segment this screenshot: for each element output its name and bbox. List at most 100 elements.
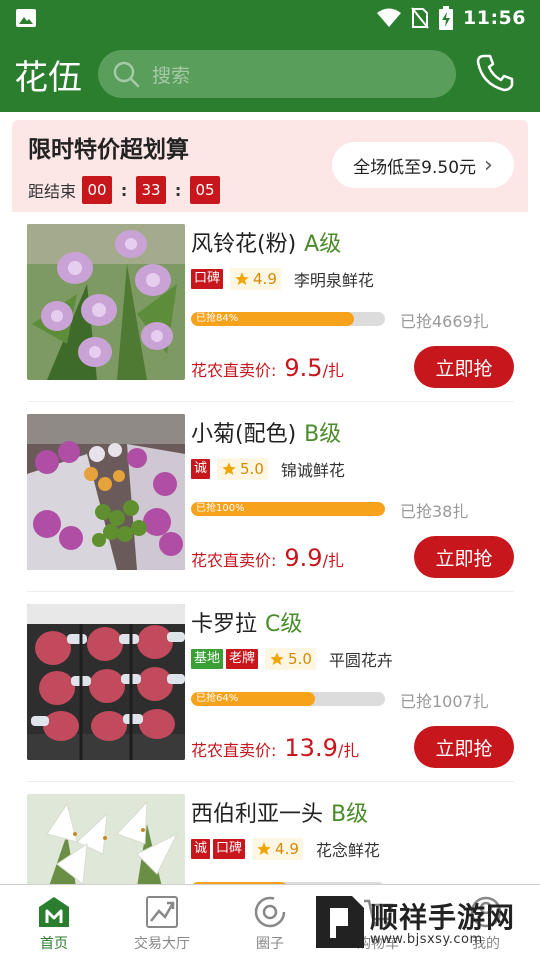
watermark-url: www.bjsxsy.com — [370, 932, 483, 947]
badge-veteran: 老牌 — [226, 649, 259, 669]
rating-badge: 4.9 — [230, 268, 281, 290]
star-icon — [222, 462, 236, 475]
image-notification-icon — [16, 9, 36, 27]
rating-value: 4.9 — [275, 840, 299, 858]
watermark-logo-icon — [316, 896, 364, 948]
sales-progress-text: 已抢100% — [196, 503, 245, 514]
product-card[interactable]: 风铃花(粉) A级 口碑 4.9 李明泉鲜花 已抢84% 已抢4669扎 花农直卖… — [12, 212, 528, 402]
price-value: 9.5 — [284, 354, 323, 382]
buy-now-button[interactable]: 立即抢 — [414, 536, 514, 578]
price-value: 9.9 — [284, 544, 323, 572]
nav-label: 圈子 — [256, 936, 284, 952]
nav-trading-hall[interactable]: 交易大厅 — [108, 885, 216, 960]
nav-label: 首页 — [40, 936, 68, 952]
price-unit: /扎 — [322, 361, 344, 380]
price-block: 花农直卖价: 9.9 /扎 — [191, 544, 344, 572]
rating-value: 4.9 — [253, 270, 277, 288]
product-tags: 诚 5.0 锦诚鲜花 — [191, 458, 345, 480]
countdown-minutes: 33 — [136, 176, 167, 204]
flash-sale-title: 限时特价超划算 — [28, 137, 189, 163]
view-all-deals-button[interactable]: 全场低至9.50元 › — [332, 142, 514, 188]
buy-now-button[interactable]: 立即抢 — [414, 726, 514, 768]
shop-name[interactable]: 锦诚鲜花 — [281, 457, 345, 481]
sold-count: 已抢38扎 — [400, 502, 469, 521]
product-grade: A级 — [304, 232, 342, 257]
star-icon — [235, 272, 249, 285]
countdown-separator: : — [120, 180, 128, 200]
product-photo-lily[interactable] — [27, 794, 185, 884]
countdown-seconds: 05 — [190, 176, 221, 204]
countdown-separator: : — [174, 180, 182, 200]
shop-name[interactable]: 花念鲜花 — [316, 837, 380, 861]
star-icon — [257, 842, 271, 855]
product-card[interactable]: 卡罗拉 C级 基地 老牌 5.0 平圆花卉 已抢64% 已抢1007扎 花农直卖价… — [12, 592, 528, 782]
product-name-text: 西伯利亚一头 — [191, 802, 324, 827]
product-name-text: 风铃花(粉) — [191, 232, 297, 257]
badge-base: 基地 — [191, 649, 224, 669]
buy-now-button[interactable]: 立即抢 — [414, 346, 514, 388]
badge-integrity: 诚 — [191, 459, 211, 479]
rating-badge: 4.9 — [252, 838, 303, 860]
star-icon — [270, 652, 284, 665]
product-grade: B级 — [331, 802, 369, 827]
product-name[interactable]: 小菊(配色) B级 — [191, 416, 341, 448]
sold-count: 已抢4669扎 — [400, 312, 489, 331]
chevron-right-icon: › — [484, 152, 493, 178]
status-bar: 11:56 — [0, 0, 540, 36]
shop-name[interactable]: 平圆花卉 — [329, 647, 393, 671]
countdown-timer: 距结束 00 : 33 : 05 — [28, 176, 221, 204]
badge-integrity: 诚 — [191, 839, 211, 859]
product-photo-roses[interactable] — [27, 604, 185, 760]
product-name[interactable]: 西伯利亚一头 B级 — [191, 796, 368, 828]
home-icon — [39, 897, 69, 927]
badge-reputation: 口碑 — [191, 269, 224, 289]
countdown-label: 距结束 — [28, 182, 77, 201]
site-watermark: 顺祥手游网 www.bjsxsy.com — [306, 884, 540, 960]
product-photo-chrysanthemum[interactable] — [27, 414, 185, 570]
flash-sale-banner: 限时特价超划算 距结束 00 : 33 : 05 全场低至9.50元 › — [12, 120, 528, 212]
price-block: 花农直卖价: 9.5 /扎 — [191, 354, 344, 382]
status-time: 11:56 — [463, 7, 526, 29]
product-tags: 基地 老牌 5.0 平圆花卉 — [191, 648, 393, 670]
product-name[interactable]: 风铃花(粉) A级 — [191, 226, 341, 258]
product-card[interactable]: 小菊(配色) B级 诚 5.0 锦诚鲜花 已抢100% 已抢38扎 花农直卖价: … — [12, 402, 528, 592]
watermark-title: 顺祥手游网 — [370, 901, 516, 934]
price-label: 花农直卖价: — [191, 551, 277, 570]
brand-logo-text: 花伍 — [14, 58, 82, 98]
product-grade: C级 — [265, 612, 303, 637]
battery-charging-icon — [439, 6, 454, 30]
sales-progress-bar: 已抢84% — [191, 312, 385, 326]
phone-icon[interactable] — [474, 52, 516, 94]
search-input[interactable]: 搜索 — [98, 50, 456, 98]
product-name-text: 小菊(配色) — [191, 422, 297, 447]
search-icon — [113, 61, 140, 88]
countdown-hours: 00 — [82, 176, 113, 204]
search-placeholder: 搜索 — [152, 64, 191, 87]
trend-chart-icon — [146, 896, 178, 928]
product-tags: 口碑 4.9 李明泉鲜花 — [191, 268, 374, 290]
sold-count: 已抢1007扎 — [400, 692, 489, 711]
price-block: 花农直卖价: 13.9 /扎 — [191, 734, 359, 762]
product-name-text: 卡罗拉 — [191, 612, 258, 637]
sales-progress-bar: 已抢64% — [191, 692, 385, 706]
rating-badge: 5.0 — [265, 648, 316, 670]
nav-home[interactable]: 首页 — [0, 885, 108, 960]
circle-icon — [254, 896, 286, 928]
app-bar: 花伍 搜索 — [0, 36, 540, 112]
price-label: 花农直卖价: — [191, 361, 277, 380]
sales-progress-text: 已抢84% — [196, 313, 239, 324]
rating-value: 5.0 — [240, 460, 264, 478]
view-all-deals-label: 全场低至9.50元 — [353, 157, 477, 178]
price-value: 13.9 — [284, 734, 338, 762]
product-photo-bellflower[interactable] — [27, 224, 185, 380]
shop-name[interactable]: 李明泉鲜花 — [294, 267, 374, 291]
sales-progress-text: 已抢64% — [196, 693, 239, 704]
product-card[interactable]: 西伯利亚一头 B级 诚 口碑 4.9 花念鲜花 — [12, 782, 528, 884]
product-name[interactable]: 卡罗拉 C级 — [191, 606, 302, 638]
no-sim-icon — [411, 7, 429, 29]
wifi-icon — [377, 8, 402, 27]
price-unit: /扎 — [322, 551, 344, 570]
nav-label: 交易大厅 — [134, 936, 190, 952]
price-unit: /扎 — [337, 741, 360, 760]
rating-value: 5.0 — [288, 650, 312, 668]
